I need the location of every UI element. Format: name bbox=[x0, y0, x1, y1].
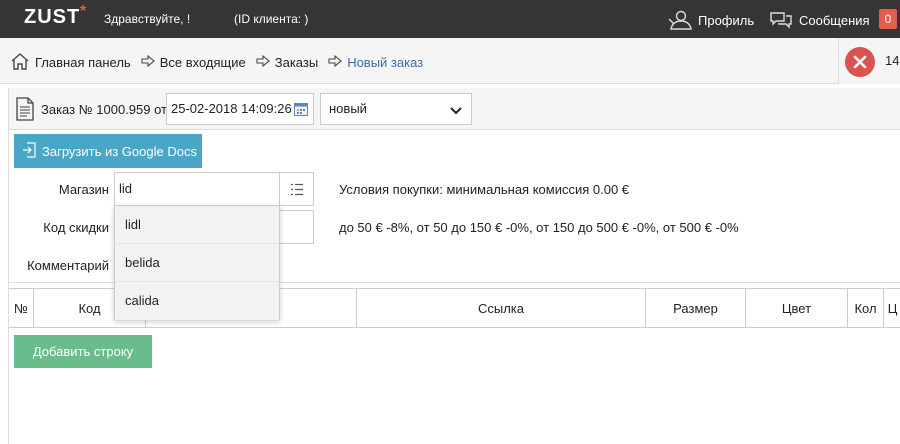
breadcrumb-new-order-label: Новый заказ bbox=[347, 55, 424, 70]
close-icon bbox=[853, 55, 867, 69]
close-button[interactable] bbox=[845, 47, 875, 77]
google-docs-import-label: Загрузить из Google Docs bbox=[42, 143, 197, 159]
shop-autocomplete-dropdown: lidl belida calida bbox=[114, 205, 280, 320]
top-navbar: ZUST * Здравствуйте, ! (ID клиента: ) Пр… bbox=[0, 0, 900, 38]
arrow-right-icon bbox=[256, 54, 270, 70]
profile-label: Профиль bbox=[698, 12, 755, 28]
google-docs-import-button[interactable]: Загрузить из Google Docs bbox=[14, 134, 202, 168]
counter-text: 14 bbox=[885, 53, 900, 68]
breadcrumb-inbox-label: Все входящие bbox=[159, 55, 246, 70]
autocomplete-option[interactable]: lidl bbox=[115, 206, 279, 244]
messages-count-badge[interactable]: 0 bbox=[879, 9, 897, 29]
profile-link[interactable]: Профиль bbox=[668, 10, 754, 30]
column-header-color: Цвет bbox=[746, 289, 848, 327]
column-header-number: № bbox=[9, 289, 34, 327]
logo-star: * bbox=[80, 3, 87, 20]
calendar-icon[interactable] bbox=[294, 102, 308, 116]
discount-code-label: Код скидки bbox=[43, 220, 109, 235]
breadcrumb-bar: Главная панель Все входящие Заказы Новый… bbox=[0, 38, 900, 84]
comment-label: Комментарий bbox=[27, 258, 109, 273]
home-icon bbox=[10, 52, 30, 73]
greeting-text: Здравствуйте, ! bbox=[104, 12, 191, 26]
user-icon bbox=[668, 10, 692, 30]
breadcrumb-inbox[interactable]: Все входящие bbox=[141, 54, 246, 70]
order-date-value: 25-02-2018 14:09:26 bbox=[171, 101, 292, 116]
arrow-right-icon bbox=[141, 54, 155, 70]
discount-code-input[interactable] bbox=[279, 210, 314, 244]
shop-label: Магазин bbox=[58, 182, 109, 197]
column-header-quantity: Кол bbox=[848, 289, 884, 327]
discount-tiers-text: до 50 € -8%, от 50 до 150 € -0%, от 150 … bbox=[339, 220, 739, 235]
order-form: Заказ № 1000.959 от 25-02-2018 14:09:26 … bbox=[8, 88, 900, 444]
client-id-text: (ID клиента: ) bbox=[234, 12, 309, 26]
breadcrumb: Главная панель Все входящие Заказы Новый… bbox=[10, 52, 423, 73]
messages-link[interactable]: Сообщения bbox=[769, 10, 870, 30]
add-row-button[interactable]: Добавить строку bbox=[14, 335, 152, 368]
order-status-value: новый bbox=[329, 101, 367, 116]
document-icon bbox=[15, 97, 35, 124]
breadcrumb-orders-label: Заказы bbox=[274, 55, 319, 70]
breadcrumb-home-label: Главная панель bbox=[35, 55, 131, 70]
column-header-price: Ц bbox=[887, 300, 898, 316]
shop-list-button[interactable] bbox=[279, 172, 314, 206]
order-header: Заказ № 1000.959 от 25-02-2018 14:09:26 … bbox=[9, 88, 900, 130]
app-logo[interactable]: ZUST bbox=[24, 6, 80, 29]
arrow-right-icon bbox=[328, 54, 343, 70]
chat-icon bbox=[769, 10, 793, 30]
purchase-conditions-text: Условия покупки: минимальная комиссия 0.… bbox=[339, 182, 630, 197]
messages-label: Сообщения bbox=[799, 12, 870, 28]
order-number-label: Заказ № 1000.959 от bbox=[41, 102, 168, 117]
shop-input[interactable]: lid bbox=[114, 172, 280, 206]
column-header-link: Ссылка bbox=[357, 289, 646, 327]
autocomplete-option[interactable]: belida bbox=[115, 244, 279, 282]
breadcrumb-home[interactable]: Главная панель bbox=[10, 52, 131, 73]
column-header-size: Размер bbox=[646, 289, 746, 327]
autocomplete-option[interactable]: calida bbox=[115, 282, 279, 320]
list-icon bbox=[291, 183, 303, 196]
import-icon bbox=[22, 141, 36, 161]
close-panel: 14 bbox=[838, 38, 900, 84]
order-status-select[interactable]: новый bbox=[320, 93, 472, 125]
chevron-down-icon bbox=[450, 104, 462, 119]
breadcrumb-new-order[interactable]: Новый заказ bbox=[328, 54, 424, 70]
breadcrumb-orders[interactable]: Заказы bbox=[256, 54, 319, 70]
order-date-field[interactable]: 25-02-2018 14:09:26 bbox=[166, 93, 314, 125]
shop-input-value: lid bbox=[119, 181, 133, 196]
